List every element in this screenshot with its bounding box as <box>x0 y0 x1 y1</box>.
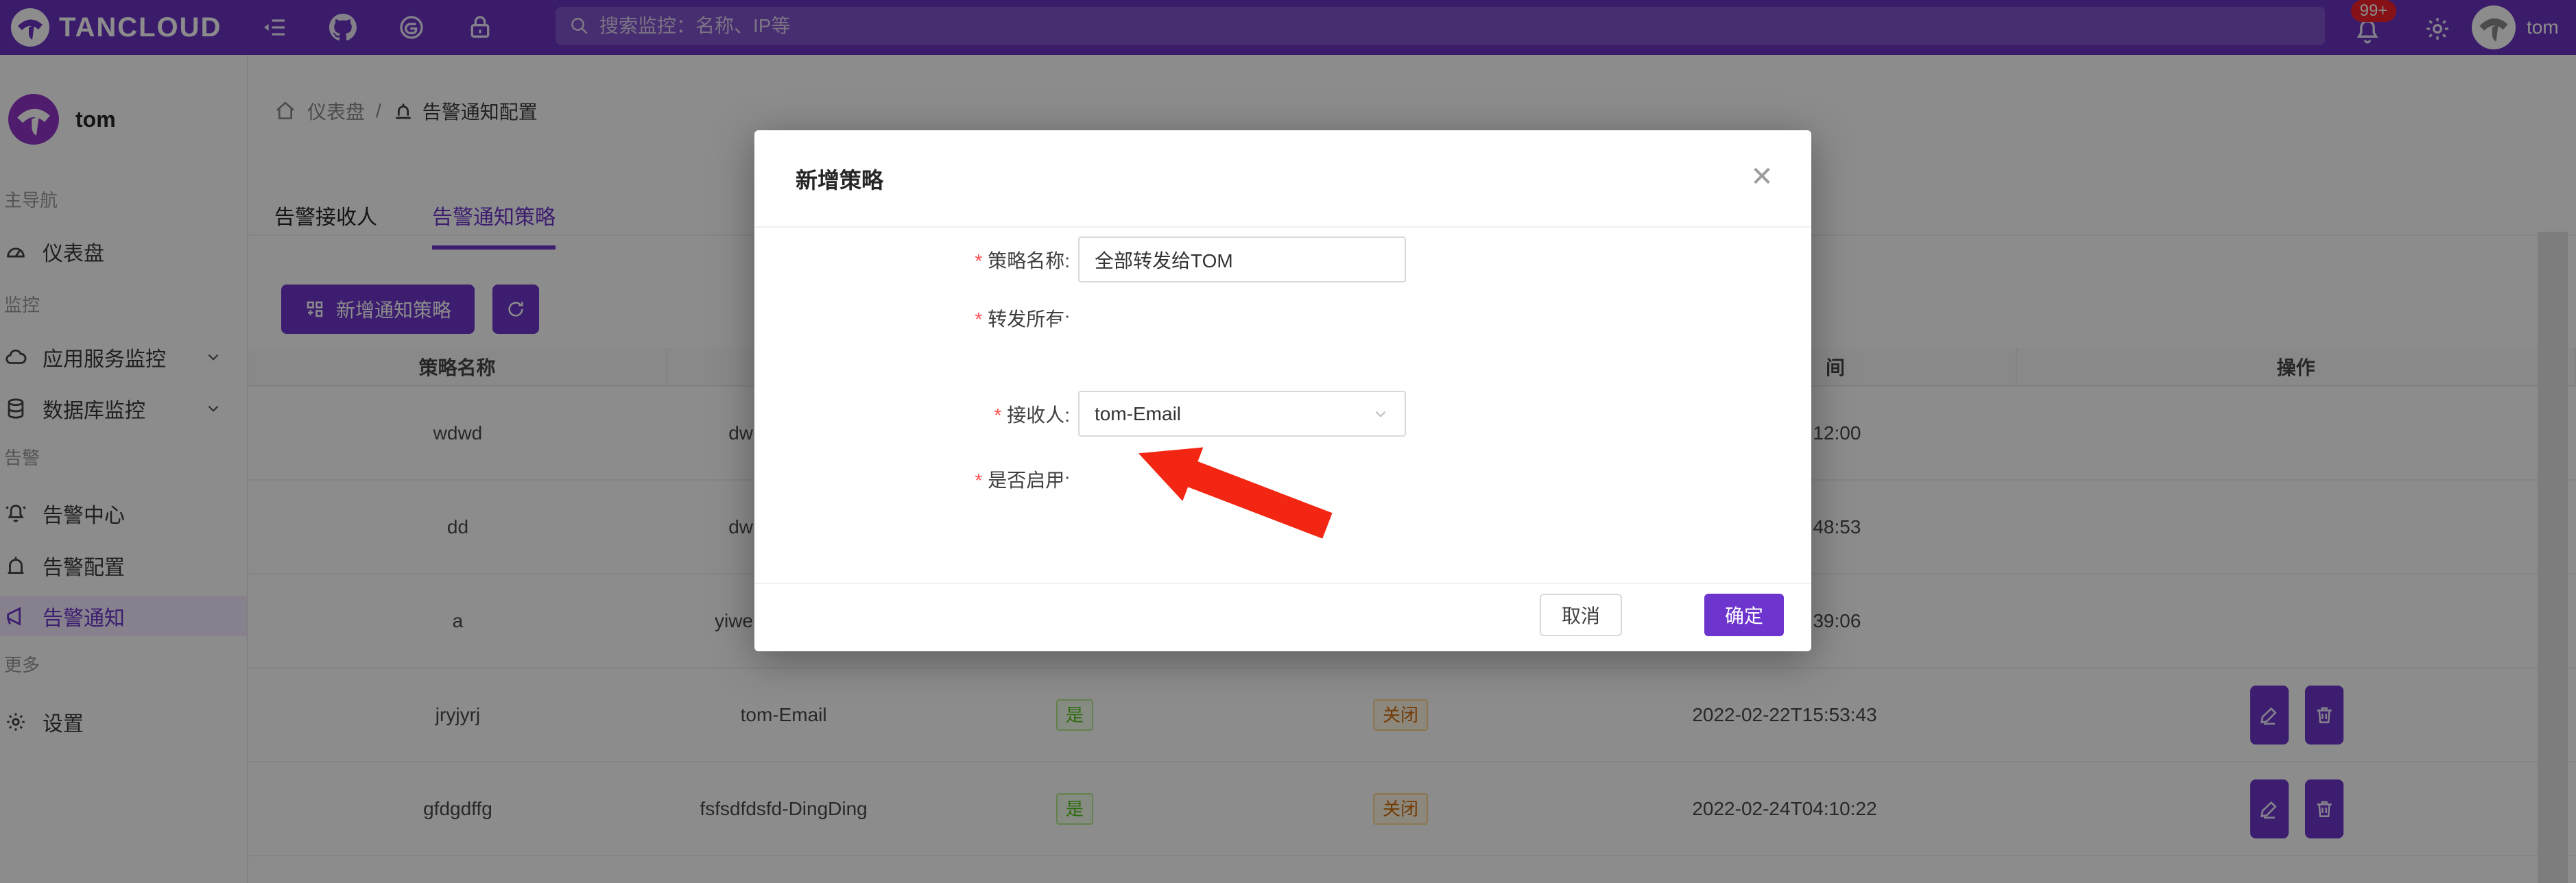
policy-name-label: *策略名称: <box>796 246 1070 274</box>
receiver-select[interactable]: tom-Email <box>1078 391 1406 437</box>
close-icon[interactable]: ✕ <box>1743 158 1781 196</box>
required-mark: * <box>975 250 982 271</box>
modal-header: 新增策略 ✕ <box>754 130 1811 228</box>
add-policy-modal: 新增策略 ✕ *策略名称: *转发所有: *接收人: tom-Email *是否… <box>754 130 1811 651</box>
policy-name-input[interactable] <box>1078 237 1406 282</box>
confirm-button[interactable]: 确定 <box>1704 594 1784 636</box>
forward-all-label: *转发所有: <box>796 304 1070 332</box>
chevron-down-icon <box>1372 405 1390 423</box>
form-row-receiver: *接收人: tom-Email <box>754 391 1811 437</box>
toggle-knob <box>1055 320 1075 341</box>
required-mark: * <box>975 470 982 491</box>
receiver-label: *接收人: <box>796 400 1070 428</box>
required-mark: * <box>994 404 1001 426</box>
required-mark: * <box>975 309 982 330</box>
form-row-policy-name: *策略名称: <box>754 237 1811 282</box>
receiver-select-value: tom-Email <box>1095 403 1181 425</box>
form-row-forward-all: *转发所有: <box>754 295 1811 341</box>
modal-title: 新增策略 <box>796 163 883 195</box>
cancel-button[interactable]: 取消 <box>1540 594 1622 636</box>
form-row-enable: *是否启用: <box>754 456 1811 502</box>
enable-label: *是否启用: <box>796 465 1070 493</box>
toggle-knob <box>1055 481 1075 502</box>
modal-footer: 取消 确定 <box>754 583 1811 651</box>
